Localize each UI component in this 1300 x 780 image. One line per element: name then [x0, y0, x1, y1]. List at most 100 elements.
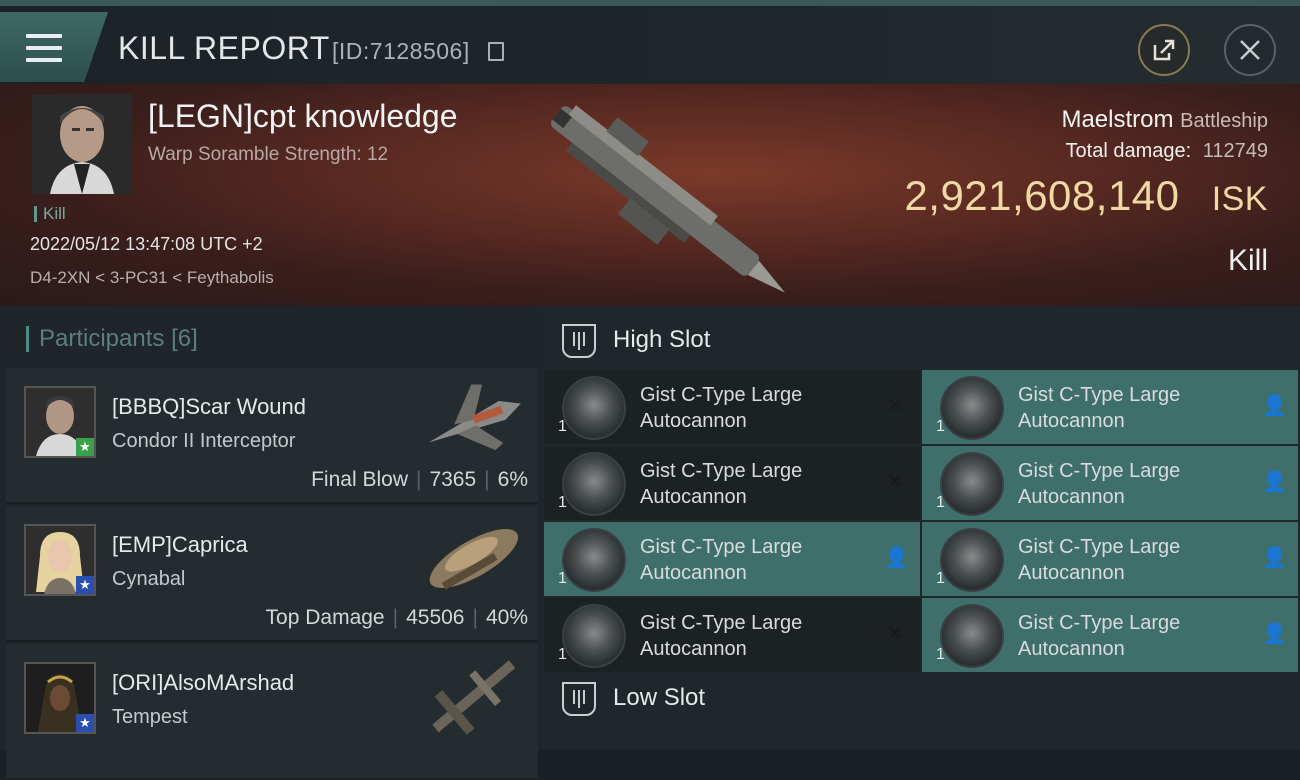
ship-name[interactable]: Maelstrom	[1061, 106, 1173, 133]
participant-avatar[interactable]: ★	[24, 386, 96, 458]
participant-avatar[interactable]: ★	[24, 524, 96, 596]
module-item[interactable]: 1 Gist C-Type Large Autocannon 👤	[922, 598, 1298, 672]
low-slot-label: Low Slot	[613, 684, 706, 711]
participant-damage: 45506	[406, 606, 465, 629]
participant-percent: 40%	[485, 606, 528, 629]
autocannon-icon	[562, 528, 626, 592]
kill-location[interactable]: D4-2XN < 3-PC31 < Feythabolis	[30, 268, 274, 288]
autocannon-icon	[940, 604, 1004, 668]
participant-ship: Tempest	[112, 706, 188, 728]
high-slot-label: High Slot	[613, 326, 711, 353]
standing-star-icon: ★	[76, 438, 94, 456]
participant-damage: 7365	[429, 468, 477, 491]
module-item[interactable]: 1 Gist C-Type Large Autocannon 👤	[922, 522, 1298, 596]
module-qty: 1	[936, 646, 945, 663]
module-qty: 1	[558, 494, 567, 511]
participants-label: Participants	[39, 325, 165, 352]
share-button[interactable]	[1138, 24, 1190, 76]
result-label: Kill	[1227, 244, 1268, 277]
participant-row[interactable]: ★ [ORI]AlsoMArshad Tempest	[6, 644, 538, 780]
total-damage-value: 112749	[1202, 140, 1268, 162]
module-qty: 1	[936, 418, 945, 435]
ship-class: Battleship	[1180, 110, 1268, 132]
portrait-image	[32, 94, 132, 194]
module-name: Gist C-Type Large Autocannon	[1018, 612, 1181, 660]
dropped-person-icon: 👤	[884, 547, 909, 569]
participants-count: [6]	[171, 325, 198, 352]
participant-percent: 6%	[497, 468, 528, 491]
module-item[interactable]: 1 Gist C-Type Large Autocannon 👤	[544, 522, 920, 596]
module-item[interactable]: 1 Gist C-Type Large Autocannon 👤	[922, 446, 1298, 520]
copy-icon[interactable]	[488, 42, 504, 61]
total-damage: Total damage: 112749	[1066, 140, 1268, 163]
standing-star-icon: ★	[76, 576, 94, 594]
ship-info: Maelstrom Battleship	[1061, 106, 1268, 134]
participant-ship-image	[432, 660, 516, 735]
module-qty: 1	[936, 494, 945, 511]
autocannon-icon	[940, 376, 1004, 440]
participant-name: [ORI]AlsoMArshad	[112, 670, 295, 695]
destroyed-icon: ✕	[886, 471, 904, 493]
kill-tag: Kill	[34, 205, 66, 222]
victim-hero: [LEGN]cpt knowledge Warp Soramble Streng…	[0, 84, 1300, 306]
isk-unit: ISK	[1211, 180, 1268, 218]
module-name: Gist C-Type Large Autocannon	[640, 460, 803, 508]
dropped-person-icon: 👤	[1262, 471, 1287, 493]
high-slot-icon	[562, 324, 596, 358]
destroyed-icon: ✕	[886, 623, 904, 645]
autocannon-icon	[940, 528, 1004, 592]
autocannon-icon	[940, 452, 1004, 516]
isk-value: 2,921,608,140 ISK	[904, 172, 1268, 220]
low-slot-icon	[562, 682, 596, 716]
top-bar: KILL REPORT [ID:7128506]	[0, 0, 1300, 84]
close-button[interactable]	[1224, 24, 1276, 76]
module-name: Gist C-Type Large Autocannon	[1018, 384, 1181, 432]
participants-panel: Participants [6] ★ [BBBQ]Scar Wound Cond…	[0, 306, 542, 780]
destroyed-icon: ✕	[886, 395, 904, 417]
module-name: Gist C-Type Large Autocannon	[1018, 536, 1181, 584]
participant-ship-image	[428, 384, 521, 451]
participant-role: Top Damage	[265, 606, 385, 629]
victim-portrait[interactable]	[32, 94, 132, 194]
hamburger-icon	[26, 34, 62, 62]
module-name: Gist C-Type Large Autocannon	[640, 384, 803, 432]
participant-ship: Condor II Interceptor	[112, 430, 296, 452]
isk-amount: 2,921,608,140	[904, 172, 1180, 219]
participant-row[interactable]: ★ [EMP]Caprica Cynabal Top Damage | 45506 |…	[6, 506, 538, 642]
standing-star-icon: ★	[76, 714, 94, 732]
module-name: Gist C-Type Large Autocannon	[640, 536, 803, 584]
participants-header: Participants [6]	[26, 326, 198, 352]
participant-name: [EMP]Caprica	[112, 532, 248, 557]
dropped-person-icon: 👤	[1262, 623, 1287, 645]
dropped-person-icon: 👤	[1262, 395, 1287, 417]
share-icon	[1153, 39, 1175, 61]
ship-image	[550, 105, 786, 293]
module-item[interactable]: 1 Gist C-Type Large Autocannon ✕	[544, 446, 920, 520]
kill-datetime: 2022/05/12 13:47:08 UTC +2	[30, 234, 263, 254]
participant-ship-image	[429, 529, 519, 590]
participant-stats: Final Blow | 7365 | 6%	[311, 468, 528, 491]
report-id: [ID:7128506]	[332, 38, 470, 64]
module-item[interactable]: 1 Gist C-Type Large Autocannon ✕	[544, 598, 920, 672]
close-icon	[1240, 40, 1260, 60]
participant-avatar[interactable]: ★	[24, 662, 96, 734]
module-name: Gist C-Type Large Autocannon	[1018, 460, 1181, 508]
module-qty: 1	[558, 570, 567, 587]
module-item[interactable]: 1 Gist C-Type Large Autocannon ✕	[544, 370, 920, 444]
participant-ship: Cynabal	[112, 568, 186, 590]
module-qty: 1	[558, 646, 567, 663]
dropped-person-icon: 👤	[1262, 547, 1287, 569]
scramble-strength: Warp Soramble Strength: 12	[148, 144, 389, 165]
autocannon-icon	[562, 376, 626, 440]
page-title: KILL REPORT	[118, 30, 330, 66]
module-qty: 1	[558, 418, 567, 435]
total-damage-label: Total damage:	[1065, 140, 1192, 162]
module-name: Gist C-Type Large Autocannon	[640, 612, 803, 660]
module-item[interactable]: 1 Gist C-Type Large Autocannon 👤	[922, 370, 1298, 444]
victim-name: [LEGN]cpt knowledge	[148, 98, 458, 134]
participant-row[interactable]: ★ [BBBQ]Scar Wound Condor II Interceptor…	[6, 368, 538, 504]
autocannon-icon	[562, 604, 626, 668]
menu-button[interactable]	[0, 12, 108, 82]
participant-role: Final Blow	[311, 468, 408, 491]
participant-name: [BBBQ]Scar Wound	[112, 394, 307, 419]
